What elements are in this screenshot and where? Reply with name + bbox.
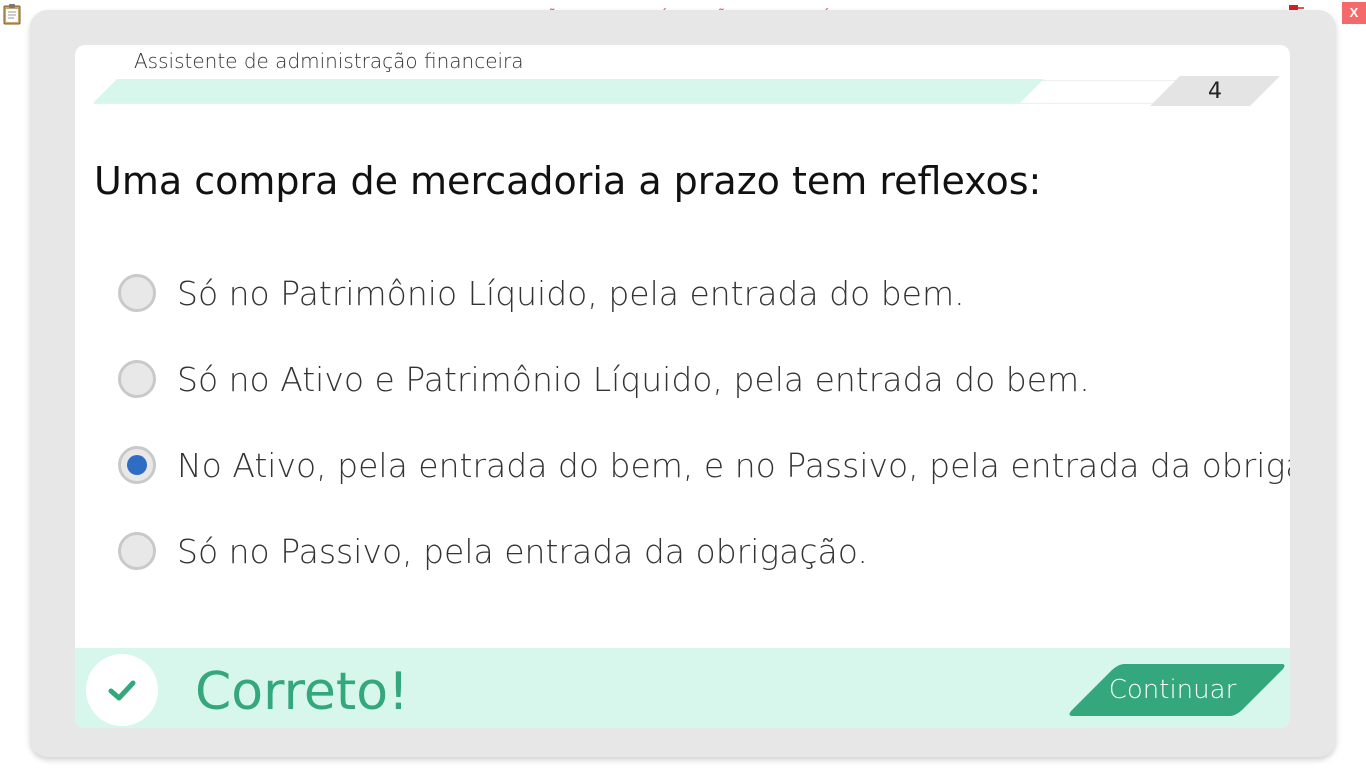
answer-option-label: Só no Ativo e Patrimônio Líquido, pela e… (177, 359, 1090, 399)
radio-button[interactable] (118, 532, 156, 570)
question-text: Uma compra de mercadoria a prazo tem ref… (94, 159, 1042, 203)
answer-option-2[interactable]: Só no Ativo e Patrimônio Líquido, pela e… (118, 336, 1278, 422)
lesson-panel: Assistente de administração financeira 4… (75, 45, 1290, 728)
answer-option-label: Só no Patrimônio Líquido, pela entrada d… (177, 273, 965, 313)
answer-option-1[interactable]: Só no Patrimônio Líquido, pela entrada d… (118, 250, 1278, 336)
check-icon (108, 680, 136, 701)
answer-option-4[interactable]: Só no Passivo, pela entrada da obrigação… (118, 508, 1278, 594)
feedback-bar: Correto! Continuar (75, 648, 1290, 728)
feedback-result-text: Correto! (195, 662, 409, 722)
radio-button-selected[interactable] (118, 446, 156, 484)
progress-fill (93, 79, 1044, 103)
continue-button[interactable]: Continuar (1066, 664, 1288, 716)
radio-button[interactable] (118, 274, 156, 312)
answer-option-label: No Ativo, pela entrada do bem, e no Pass… (177, 445, 1290, 485)
answer-option-3[interactable]: No Ativo, pela entrada do bem, e no Pass… (118, 422, 1290, 508)
answer-options: Só no Patrimônio Líquido, pela entrada d… (118, 250, 1290, 594)
radio-button[interactable] (118, 360, 156, 398)
continue-button-label: Continuar (1108, 675, 1237, 705)
course-title: Assistente de administração financeira (134, 49, 524, 73)
check-badge (86, 654, 158, 726)
clipboard-icon[interactable] (3, 3, 21, 25)
answer-option-label: Só no Passivo, pela entrada da obrigação… (177, 531, 868, 571)
page-number: 4 (1208, 79, 1222, 104)
close-button[interactable]: X (1342, 2, 1366, 24)
